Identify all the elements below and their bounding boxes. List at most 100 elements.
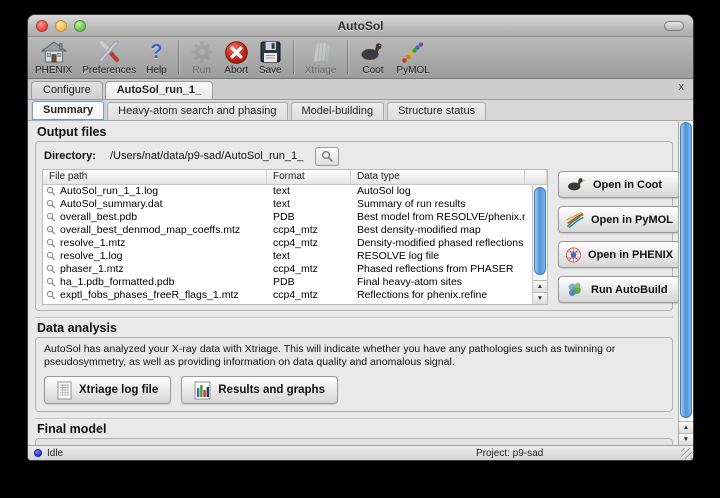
table-row[interactable]: overall_best.pdbPDBBest model from RESOL… [43, 211, 547, 224]
toolbar-separator [178, 40, 179, 74]
tab-close-icon[interactable]: x [679, 82, 685, 93]
run-gear-icon [190, 39, 214, 65]
scroll-down-icon[interactable]: ▼ [679, 433, 693, 445]
resize-grip[interactable] [681, 448, 692, 459]
column-header-format[interactable]: Format [267, 170, 351, 184]
open-in-coot-button[interactable]: Open in Coot [558, 171, 678, 198]
phenix-home-icon [41, 39, 67, 65]
toolbar: PHENIX Preferences ? Help [28, 37, 693, 79]
tab-summary[interactable]: Summary [32, 101, 104, 120]
table-row[interactable]: ha_1.pdb_formatted.pdbPDBFinal heavy-ato… [43, 276, 547, 289]
toolbar-button-xtriage[interactable]: Xtriage [300, 38, 342, 78]
browse-directory-button[interactable] [315, 147, 339, 166]
magnifier-icon [46, 277, 56, 288]
zoom-window-button[interactable] [74, 20, 86, 32]
results-and-graphs-button[interactable]: Results and graphs [181, 376, 338, 404]
table-scrollbar-thumb[interactable] [534, 187, 546, 275]
tab-configure[interactable]: Configure [31, 81, 103, 99]
data-type-cell: Reflections for phenix.refine [351, 289, 525, 302]
output-files-table: File path Format Data type AutoSol_run_1… [42, 169, 548, 305]
magnifier-icon [46, 186, 56, 197]
data-type-cell: Final heavy-atom sites [351, 276, 525, 289]
column-header-data-type[interactable]: Data type [351, 170, 525, 184]
xtriage-log-file-button[interactable]: Xtriage log file [44, 376, 171, 404]
final-model-heading: Final model [37, 422, 673, 436]
main-scrollbar-thumb[interactable] [680, 122, 692, 418]
table-row[interactable]: exptl_fobs_phases_freeR_flags_1.mtz ccp4_… [43, 289, 547, 302]
abort-icon [224, 39, 249, 65]
table-row[interactable]: AutoSol_summary.dattextSummary of run re… [43, 198, 547, 211]
tab-structure-status[interactable]: Structure status [387, 102, 486, 120]
window-title: AutoSol [338, 19, 384, 33]
tab-heavy-atom[interactable]: Heavy-atom search and phasing [107, 102, 287, 120]
file-path-cell: resolve_1.log [60, 250, 122, 263]
format-cell: ccp4_mtz [267, 263, 351, 276]
file-action-buttons: Open in Coot Open in PyMOL [558, 169, 678, 305]
toolbar-button-preferences[interactable]: Preferences [77, 38, 141, 78]
file-path-cell: overall_best.pdb [60, 211, 137, 224]
run-autobuild-button[interactable]: Run AutoBuild [558, 276, 678, 303]
preferences-tools-icon [96, 39, 122, 65]
data-type-cell: Best density-modified map [351, 224, 525, 237]
coot-bird-icon [359, 39, 386, 65]
autobuild-icon [565, 280, 585, 300]
magnifier-icon [46, 225, 56, 236]
directory-value: /Users/nat/data/p9-sad/AutoSol_run_1_ [110, 150, 303, 162]
table-row[interactable]: overall_best_denmod_map_coeffs.mtzccp4_m… [43, 224, 547, 237]
format-cell: ccp4_mtz [267, 224, 351, 237]
output-files-groupbox: Directory: /Users/nat/data/p9-sad/AutoSo… [35, 141, 673, 311]
scroll-down-icon[interactable]: ▼ [533, 292, 547, 304]
file-path-cell: phaser_1.mtz [60, 263, 124, 276]
toolbar-button-help[interactable]: ? Help [141, 38, 172, 78]
status-bar: Idle Project: p9-sad [28, 445, 693, 460]
phenix-sphere-icon [565, 245, 582, 265]
scroll-up-icon[interactable]: ▲ [533, 280, 547, 292]
toolbar-button-pymol[interactable]: PyMOL [391, 38, 434, 78]
table-row[interactable]: resolve_1.logtextRESOLVE log file [43, 250, 547, 263]
format-cell: ccp4_mtz [267, 289, 351, 302]
minimize-window-button[interactable] [55, 20, 67, 32]
help-question-icon: ? [150, 39, 162, 65]
data-analysis-groupbox: AutoSol has analyzed your X-ray data wit… [35, 337, 673, 412]
column-header-file-path[interactable]: File path [43, 170, 267, 184]
table-body: AutoSol_run_1_1.logtextAutoSol logAutoSo… [43, 185, 547, 302]
format-cell: ccp4_mtz [267, 237, 351, 250]
file-path-cell: AutoSol_summary.dat [60, 198, 163, 211]
tab-autosol-run[interactable]: AutoSol_run_1_ [105, 81, 213, 99]
toolbar-button-phenix[interactable]: PHENIX [30, 38, 77, 78]
pymol-icon [400, 39, 426, 65]
file-path-cell: ha_1.pdb_formatted.pdb [60, 276, 174, 289]
toolbar-button-run[interactable]: Run [185, 38, 219, 78]
table-row[interactable]: AutoSol_run_1_1.logtextAutoSol log [43, 185, 547, 198]
toolbar-button-abort[interactable]: Abort [219, 38, 254, 78]
toolbar-button-save[interactable]: Save [254, 38, 287, 78]
magnifier-icon [321, 150, 334, 163]
xtriage-crystal-icon [308, 39, 333, 65]
open-in-phenix-button[interactable]: Open in PHENIX [558, 241, 678, 268]
status-led-icon [34, 449, 42, 457]
table-scrollbar[interactable]: ▲ ▼ [532, 185, 547, 304]
open-in-pymol-button[interactable]: Open in PyMOL [558, 206, 678, 233]
toolbar-separator [293, 40, 294, 74]
format-cell: PDB [267, 211, 351, 224]
table-header-row[interactable]: File path Format Data type [43, 170, 547, 185]
magnifier-icon [46, 251, 56, 262]
format-cell: text [267, 250, 351, 263]
close-window-button[interactable] [36, 20, 48, 32]
section-divider [35, 418, 673, 419]
tab-model-building[interactable]: Model-building [291, 102, 385, 120]
scroll-up-icon[interactable]: ▲ [679, 421, 693, 433]
table-row[interactable]: phaser_1.mtzccp4_mtzPhased reflections f… [43, 263, 547, 276]
file-path-cell: exptl_fobs_phases_freeR_flags_1.mtz [60, 289, 239, 302]
data-type-cell: AutoSol log [351, 185, 525, 198]
title-bar[interactable]: AutoSol [28, 15, 693, 37]
toolbar-toggle-button[interactable] [664, 21, 684, 31]
magnifier-icon [46, 199, 56, 210]
magnifier-icon [46, 290, 56, 301]
file-path-cell: resolve_1.mtz [60, 237, 125, 250]
table-row[interactable]: resolve_1.mtzccp4_mtzDensity-modified ph… [43, 237, 547, 250]
main-scrollbar[interactable]: ▲ ▼ [678, 121, 693, 445]
format-cell: text [267, 198, 351, 211]
toolbar-button-coot[interactable]: Coot [354, 38, 391, 78]
magnifier-icon [46, 264, 56, 275]
